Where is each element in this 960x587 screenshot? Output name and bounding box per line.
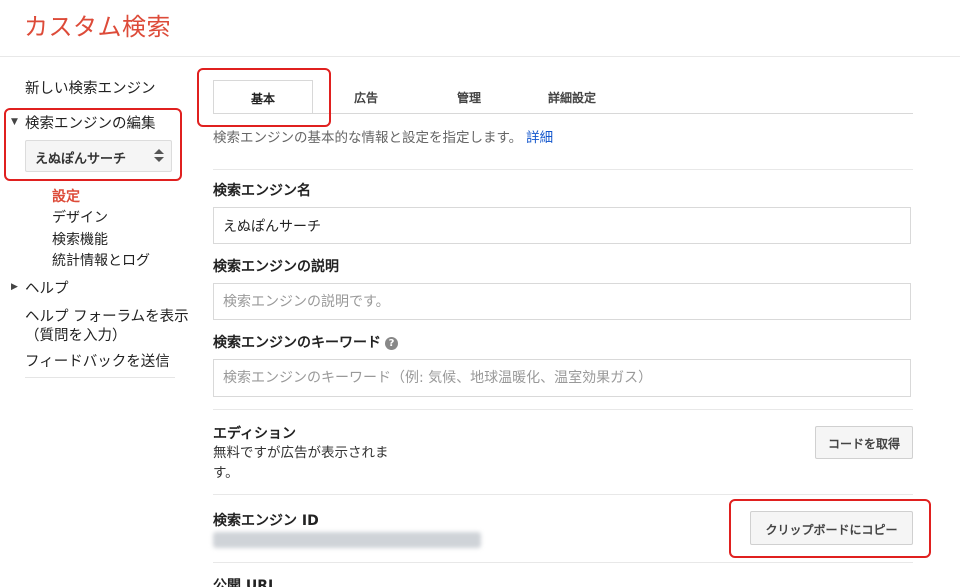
engine-name-label: 検索エンジン名: [213, 183, 311, 199]
sidebar-divider: [25, 377, 175, 378]
engine-description-input[interactable]: [213, 283, 911, 320]
edit-engines-link[interactable]: 検索エンジンの編集: [25, 112, 156, 133]
copy-to-clipboard-button[interactable]: クリップボードにコピー: [750, 511, 913, 545]
engine-description-label: 検索エンジンの説明: [213, 259, 339, 275]
collapsed-triangle-icon[interactable]: ▶: [11, 282, 18, 292]
tab-advanced[interactable]: 詳細設定: [532, 80, 612, 114]
tab-manage[interactable]: 管理: [436, 80, 502, 114]
app-header: カスタム検索: [0, 0, 960, 57]
tab-ads[interactable]: 広告: [333, 80, 399, 114]
sidebar-item-search-features[interactable]: 検索機能: [52, 229, 108, 249]
sidebar: 新しい検索エンジン ▼ 検索エンジンの編集 えぬぽんサーチ 設定 デザイン 検索…: [0, 57, 200, 587]
engine-id-label: 検索エンジン ID: [213, 513, 319, 529]
engine-id-value-redacted: [213, 532, 481, 548]
tab-bar: 基本 広告 管理 詳細設定: [200, 57, 960, 117]
sidebar-item-stats-logs[interactable]: 統計情報とログ: [52, 250, 150, 270]
expanded-triangle-icon[interactable]: ▼: [11, 117, 18, 127]
edition-description: 無料ですが広告が表示されます。: [213, 445, 389, 481]
get-code-button[interactable]: コードを取得: [815, 426, 913, 459]
app-title: カスタム検索: [24, 13, 171, 41]
tab-basic[interactable]: 基本: [213, 80, 313, 114]
help-forum-note: （質問を入力）: [25, 328, 127, 344]
engine-select-value: えぬぽんサーチ: [35, 152, 127, 167]
new-engine-link[interactable]: 新しい検索エンジン: [25, 77, 156, 98]
section-divider: [213, 562, 913, 563]
engine-keywords-label-text: 検索エンジンのキーワード: [213, 335, 381, 351]
details-link[interactable]: 詳細: [526, 130, 553, 146]
engine-keywords-label: 検索エンジンのキーワード?: [213, 332, 398, 352]
intro-text: 検索エンジンの基本的な情報と設定を指定します。 詳細: [213, 126, 553, 146]
intro-description: 検索エンジンの基本的な情報と設定を指定します。: [213, 130, 523, 146]
help-forum-link[interactable]: ヘルプ フォーラムを表示: [25, 305, 189, 326]
select-arrows-icon: [154, 148, 164, 164]
tabs-divider: [213, 113, 913, 114]
edition-label: エディション: [213, 426, 297, 442]
help-link[interactable]: ヘルプ: [25, 277, 69, 298]
engine-keywords-input[interactable]: [213, 359, 911, 397]
help-icon[interactable]: ?: [385, 337, 398, 350]
send-feedback-link[interactable]: フィードバックを送信: [25, 350, 170, 371]
sidebar-item-design[interactable]: デザイン: [52, 207, 108, 227]
engine-select[interactable]: えぬぽんサーチ: [25, 140, 172, 172]
section-divider: [213, 169, 913, 170]
section-divider: [213, 409, 913, 410]
public-url-label: 公開 URL: [213, 578, 277, 587]
section-divider: [213, 494, 913, 495]
sidebar-item-settings[interactable]: 設定: [52, 186, 80, 206]
engine-name-input[interactable]: [213, 207, 911, 244]
